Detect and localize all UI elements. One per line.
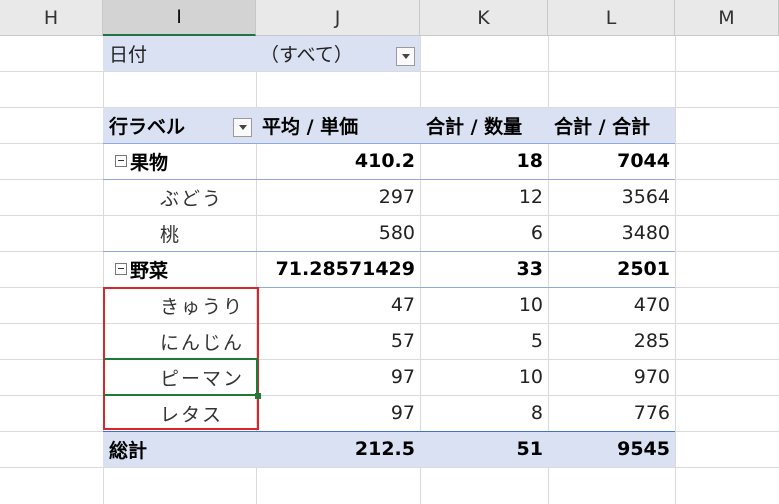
item-qty: 6 bbox=[530, 222, 543, 244]
group-label-fruit: 果物 bbox=[130, 151, 169, 174]
gridline bbox=[0, 467, 779, 468]
minus-box-icon[interactable] bbox=[115, 263, 127, 275]
item-total: 285 bbox=[633, 330, 670, 352]
column-header-i[interactable]: I bbox=[103, 0, 256, 36]
filter-field-label: 日付 bbox=[109, 43, 148, 66]
sum-qty-header: 合計 / 数量 bbox=[426, 115, 523, 138]
item-avg: 47 bbox=[390, 294, 415, 316]
column-header-label: L bbox=[605, 6, 617, 29]
gridline bbox=[0, 71, 779, 72]
active-cell-selection[interactable] bbox=[104, 358, 258, 396]
column-header-label: J bbox=[334, 6, 341, 29]
spreadsheet: H I J K L M 日付 （すべて） 行ラベル 平均 / 単価 合計 / 数… bbox=[0, 0, 779, 504]
item-avg: 97 bbox=[390, 402, 415, 424]
column-header-label: I bbox=[176, 6, 182, 28]
item-avg: 580 bbox=[378, 222, 415, 244]
item-avg: 57 bbox=[390, 330, 415, 352]
group-qty: 18 bbox=[516, 150, 543, 172]
item-qty: 8 bbox=[530, 402, 543, 424]
sum-total-header: 合計 / 合計 bbox=[554, 115, 651, 138]
column-header-m[interactable]: M bbox=[675, 0, 779, 36]
item-total: 470 bbox=[633, 294, 670, 316]
grand-total-total: 9545 bbox=[617, 438, 670, 460]
item-total: 3480 bbox=[621, 222, 670, 244]
grand-total-label: 総計 bbox=[109, 439, 148, 462]
column-header-label: H bbox=[43, 6, 59, 29]
item-avg: 97 bbox=[390, 366, 415, 388]
fill-handle[interactable] bbox=[255, 393, 261, 399]
item-label: ぶどう bbox=[160, 187, 224, 210]
group-total: 7044 bbox=[617, 150, 670, 172]
group-qty: 33 bbox=[516, 258, 543, 280]
row-label-header: 行ラベル bbox=[109, 115, 186, 138]
minus-box-icon[interactable] bbox=[115, 155, 127, 167]
chevron-down-icon bbox=[401, 54, 410, 59]
column-header-h[interactable]: H bbox=[0, 0, 103, 36]
item-qty: 10 bbox=[518, 294, 543, 316]
column-header-j[interactable]: J bbox=[256, 0, 420, 36]
group-avg: 410.2 bbox=[354, 150, 415, 172]
item-total: 970 bbox=[633, 366, 670, 388]
item-total: 776 bbox=[633, 402, 670, 424]
grand-total-qty: 51 bbox=[516, 438, 543, 460]
column-header-label: K bbox=[477, 6, 490, 29]
group-label-vegetable: 野菜 bbox=[130, 259, 169, 282]
column-header-label: M bbox=[718, 6, 735, 29]
item-qty: 10 bbox=[518, 366, 543, 388]
filter-dropdown-button[interactable] bbox=[396, 47, 415, 66]
grand-total-avg: 212.5 bbox=[354, 438, 415, 460]
column-header-k[interactable]: K bbox=[420, 0, 548, 36]
group-avg: 71.28571429 bbox=[275, 258, 415, 280]
item-label: 桃 bbox=[160, 223, 182, 246]
item-qty: 5 bbox=[530, 330, 543, 352]
item-avg: 297 bbox=[378, 186, 415, 208]
filter-field-value[interactable]: （すべて） bbox=[256, 35, 396, 71]
item-qty: 12 bbox=[518, 186, 543, 208]
item-total: 3564 bbox=[621, 186, 670, 208]
chevron-down-icon bbox=[238, 125, 247, 130]
row-label-filter-button[interactable] bbox=[233, 118, 252, 137]
column-header-l[interactable]: L bbox=[548, 0, 675, 36]
group-total: 2501 bbox=[617, 258, 670, 280]
avg-price-header: 平均 / 単価 bbox=[262, 115, 359, 138]
